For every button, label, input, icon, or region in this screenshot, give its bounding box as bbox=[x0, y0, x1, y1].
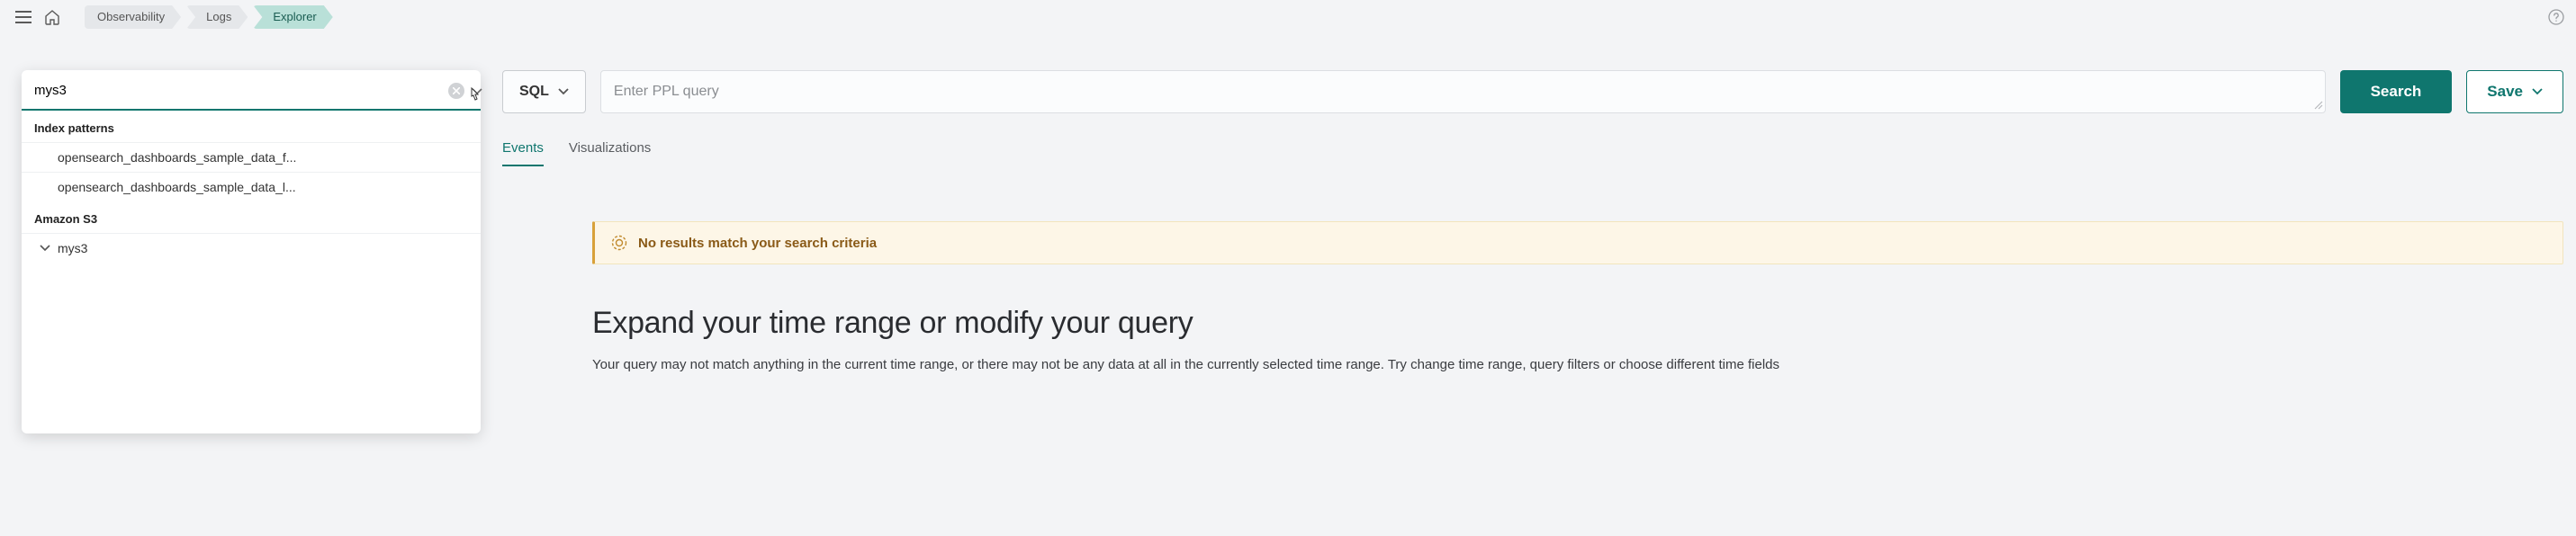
help-icon bbox=[2548, 9, 2564, 25]
clear-search-button[interactable] bbox=[448, 83, 464, 99]
chevron-down-icon bbox=[40, 245, 50, 252]
section-title-index-patterns: Index patterns bbox=[22, 111, 481, 142]
s3-tree-item-label: mys3 bbox=[58, 241, 87, 255]
index-pattern-option[interactable]: opensearch_dashboards_sample_data_l... bbox=[22, 172, 481, 201]
chevron-down-icon bbox=[2532, 88, 2543, 95]
breadcrumb-explorer[interactable]: Explorer bbox=[253, 5, 332, 29]
menu-icon bbox=[15, 11, 32, 23]
save-button[interactable]: Save bbox=[2466, 70, 2563, 113]
main-content: SQL Search Save Events Visualizations No… bbox=[502, 70, 2563, 372]
ppl-query-wrap bbox=[600, 70, 2326, 115]
warning-icon bbox=[611, 235, 627, 251]
chevron-down-icon bbox=[472, 88, 482, 95]
query-language-select[interactable]: SQL bbox=[502, 70, 586, 113]
resize-grip-icon[interactable] bbox=[2313, 99, 2324, 113]
index-search-input[interactable] bbox=[32, 79, 448, 102]
callout-text: No results match your search criteria bbox=[638, 236, 877, 251]
index-pattern-option[interactable]: opensearch_dashboards_sample_data_f... bbox=[22, 142, 481, 172]
home-icon bbox=[44, 9, 60, 25]
section-title-amazon-s3: Amazon S3 bbox=[22, 201, 481, 233]
dropdown-spacer bbox=[22, 263, 481, 433]
breadcrumb-logs[interactable]: Logs bbox=[186, 5, 248, 29]
help-button[interactable] bbox=[2545, 6, 2567, 28]
hamburger-menu-button[interactable] bbox=[9, 3, 38, 31]
top-bar: Observability Logs Explorer bbox=[0, 0, 2576, 34]
empty-state-heading: Expand your time range or modify your qu… bbox=[592, 306, 2563, 341]
breadcrumb-observability[interactable]: Observability bbox=[85, 5, 181, 29]
search-button[interactable]: Search bbox=[2340, 70, 2453, 113]
tab-events[interactable]: Events bbox=[502, 133, 544, 166]
breadcrumb: Observability Logs Explorer bbox=[85, 5, 338, 29]
empty-state-description: Your query may not match anything in the… bbox=[592, 357, 2563, 372]
s3-tree-item-mys3[interactable]: mys3 bbox=[22, 233, 481, 263]
result-tabs: Events Visualizations bbox=[502, 133, 2563, 167]
query-language-label: SQL bbox=[519, 84, 549, 100]
index-selector-dropdown: Index patterns opensearch_dashboards_sam… bbox=[22, 70, 481, 433]
query-toolbar: SQL Search Save bbox=[502, 70, 2563, 115]
no-results-callout: No results match your search criteria bbox=[592, 221, 2563, 264]
home-button[interactable] bbox=[38, 3, 67, 31]
close-icon bbox=[453, 87, 460, 94]
tab-visualizations[interactable]: Visualizations bbox=[569, 133, 651, 166]
index-search-row bbox=[22, 70, 481, 111]
dropdown-toggle-button[interactable] bbox=[468, 83, 486, 101]
chevron-down-icon bbox=[558, 88, 569, 95]
save-button-label: Save bbox=[2487, 83, 2523, 101]
ppl-query-input[interactable] bbox=[600, 70, 2326, 113]
